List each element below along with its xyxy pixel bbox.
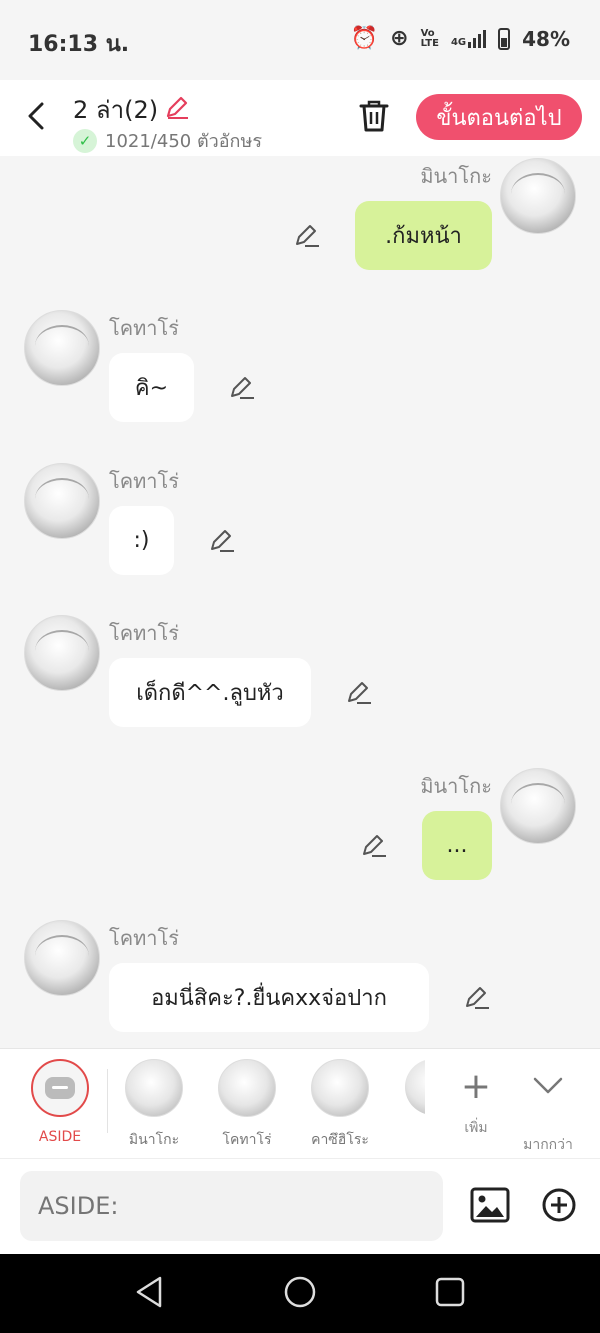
character-label: โคทาโร่ bbox=[222, 1132, 272, 1148]
message-left: โคทาโร่ เด็กดี^^.ลูบหัว bbox=[0, 611, 600, 741]
sender-name: มินาโกะ bbox=[420, 164, 492, 188]
delete-button[interactable] bbox=[358, 98, 390, 134]
check-icon: ✓ bbox=[73, 128, 97, 153]
chat-area[interactable]: มินาโกะ .ก้มหน้า โคทาโร่ คิ~ โคทาโร่ :) … bbox=[0, 156, 600, 1048]
character-aside[interactable]: ASIDE bbox=[20, 1059, 100, 1145]
add-circle-icon bbox=[542, 1188, 576, 1222]
avatar-kotaro[interactable] bbox=[24, 920, 100, 996]
character-partial[interactable] bbox=[405, 1059, 425, 1115]
input-bar bbox=[0, 1158, 600, 1255]
sender-name: มินาโกะ bbox=[420, 774, 492, 798]
divider bbox=[107, 1069, 108, 1133]
character-avatar bbox=[218, 1059, 276, 1117]
avatar-kotaro[interactable] bbox=[24, 310, 100, 386]
battery-percent: 48% bbox=[522, 26, 570, 51]
sender-name: โคทาโร่ bbox=[109, 926, 180, 950]
avatar-minako[interactable] bbox=[500, 768, 576, 844]
message-input[interactable] bbox=[20, 1171, 443, 1241]
status-icons: ⏰ ⊕ Vo LTE 4G 48% bbox=[351, 26, 570, 51]
image-icon bbox=[470, 1187, 510, 1223]
signal-icon: 4G bbox=[451, 29, 487, 48]
header: 2 ล่า(2) ✓ 1021/450 ตัวอักษร ขั้นตอนต่อไ… bbox=[0, 80, 600, 156]
more-characters-button[interactable]: มากกว่า bbox=[516, 1059, 580, 1156]
character-selector: ASIDE มินาโกะ โคทาโร่ คาซึฮิโระ + เพิ่ม … bbox=[0, 1048, 600, 1159]
add-content-button[interactable] bbox=[541, 1187, 577, 1223]
edit-message-icon[interactable] bbox=[360, 831, 388, 859]
plus-icon: + bbox=[460, 1066, 492, 1107]
title-text: 2 ล่า(2) bbox=[73, 96, 159, 124]
character-kotaro[interactable]: โคทาโร่ bbox=[207, 1059, 287, 1151]
message-bubble[interactable]: .ก้มหน้า bbox=[355, 201, 492, 270]
character-avatar bbox=[125, 1059, 183, 1117]
message-bubble[interactable]: เด็กดี^^.ลูบหัว bbox=[109, 658, 311, 727]
edit-message-icon[interactable] bbox=[228, 373, 256, 401]
message-left: โคทาโร่ คิ~ bbox=[0, 306, 600, 436]
message-right: มินาโกะ ... bbox=[0, 766, 600, 896]
message-left: โคทาโร่ อมนี่สิคะ?.ยื่นคxxจ่อปาก bbox=[0, 916, 600, 1046]
edit-message-icon[interactable] bbox=[345, 678, 373, 706]
character-label: มินาโกะ bbox=[128, 1132, 180, 1148]
back-button[interactable] bbox=[22, 96, 52, 136]
battery-icon bbox=[498, 27, 511, 50]
insert-image-button[interactable] bbox=[470, 1187, 510, 1223]
character-kazuhiro[interactable]: คาซึฮิโระ bbox=[300, 1059, 380, 1151]
system-nav-bar bbox=[0, 1254, 600, 1333]
character-label: ASIDE bbox=[38, 1129, 82, 1145]
message-bubble[interactable]: ... bbox=[422, 811, 492, 880]
nav-recents-icon[interactable] bbox=[432, 1274, 468, 1310]
avatar-minako[interactable] bbox=[500, 158, 576, 234]
message-left: โคทาโร่ :) bbox=[0, 459, 600, 589]
more-label: มากกว่า bbox=[523, 1137, 573, 1153]
alarm-icon: ⏰ bbox=[350, 26, 379, 51]
avatar-kotaro[interactable] bbox=[24, 615, 100, 691]
chevron-down-icon bbox=[516, 1059, 580, 1132]
character-label: คาซึฮิโระ bbox=[311, 1132, 369, 1148]
volte-icon: Vo LTE bbox=[420, 27, 439, 49]
avatar-kotaro[interactable] bbox=[24, 463, 100, 539]
message-bubble[interactable]: คิ~ bbox=[109, 353, 194, 422]
message-bubble[interactable]: อมนี่สิคะ?.ยื่นคxxจ่อปาก bbox=[109, 963, 429, 1032]
page-title[interactable]: 2 ล่า(2) bbox=[73, 90, 190, 129]
status-bar: 16:13 น. ⏰ ⊕ Vo LTE 4G 48% bbox=[0, 0, 600, 80]
edit-message-icon[interactable] bbox=[208, 526, 236, 554]
nav-back-icon[interactable] bbox=[132, 1274, 168, 1310]
nav-home-icon[interactable] bbox=[282, 1274, 318, 1310]
sender-name: โคทาโร่ bbox=[109, 469, 180, 493]
character-avatar bbox=[311, 1059, 369, 1117]
edit-message-icon[interactable] bbox=[463, 983, 491, 1011]
character-count: ✓ 1021/450 ตัวอักษร bbox=[73, 126, 262, 155]
character-minako[interactable]: มินาโกะ bbox=[114, 1059, 194, 1151]
message-bubble[interactable]: :) bbox=[109, 506, 174, 575]
aside-icon bbox=[31, 1059, 89, 1117]
message-right: มินาโกะ .ก้มหน้า bbox=[0, 156, 600, 286]
edit-title-icon[interactable] bbox=[164, 94, 190, 126]
sender-name: โคทาโร่ bbox=[109, 316, 180, 340]
trash-icon bbox=[359, 100, 389, 132]
sender-name: โคทาโร่ bbox=[109, 621, 180, 645]
next-step-button[interactable]: ขั้นตอนต่อไป bbox=[416, 94, 582, 140]
add-character-button[interactable]: + เพิ่ม bbox=[444, 1059, 508, 1139]
count-text: 1021/450 ตัวอักษร bbox=[105, 131, 262, 152]
edit-message-icon[interactable] bbox=[293, 221, 321, 249]
back-icon bbox=[28, 102, 44, 130]
data-saver-icon: ⊕ bbox=[390, 26, 409, 51]
status-time: 16:13 น. bbox=[28, 32, 130, 57]
add-label: เพิ่ม bbox=[464, 1120, 488, 1136]
